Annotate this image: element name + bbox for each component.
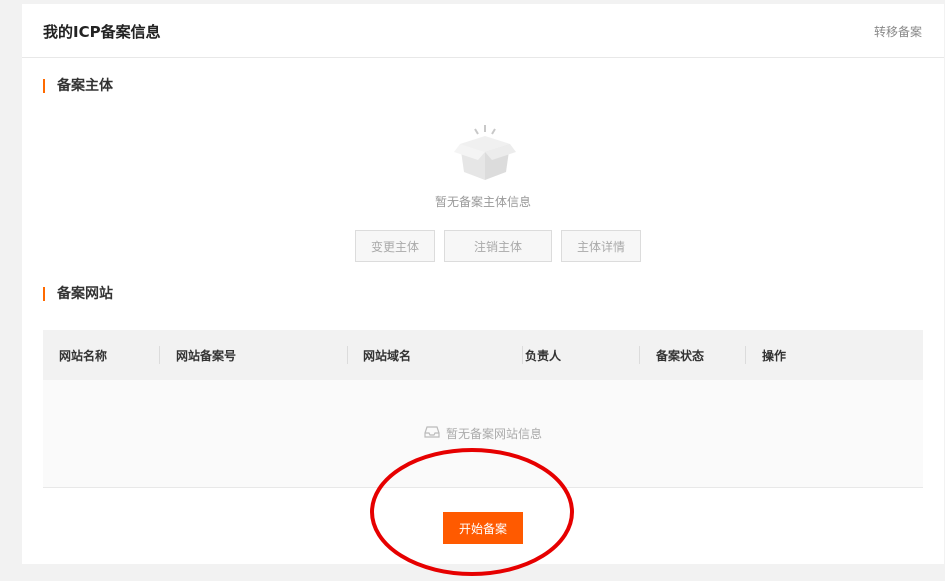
column-header-owner: 负责人 — [525, 348, 562, 363]
open-box-icon — [454, 122, 516, 188]
column-divider — [159, 346, 160, 364]
entity-details-button[interactable]: 主体详情 — [561, 230, 641, 262]
table-empty-body: 暂无备案网站信息 — [43, 380, 923, 488]
column-header-actions: 操作 — [762, 348, 787, 363]
cancel-entity-button[interactable]: 注销主体 — [444, 230, 552, 262]
page-title: 我的ICP备案信息 — [43, 23, 161, 41]
transfer-filing-link[interactable]: 转移备案 — [874, 23, 922, 40]
section-title-entity: 备案主体 — [43, 79, 113, 93]
column-divider — [522, 346, 523, 364]
empty-entity-text: 暂无备案主体信息 — [434, 195, 531, 209]
icp-card: 我的ICP备案信息 转移备案 备案主体 暂无备案主体信息 变更主体 注销主体 主… — [22, 4, 944, 564]
entity-button-row: 变更主体 注销主体 主体详情 — [355, 230, 641, 262]
table-header: 网站名称 网站备案号 网站域名 负责人 备案状态 操作 — [43, 330, 923, 380]
website-table: 网站名称 网站备案号 网站域名 负责人 备案状态 操作 暂无备案网站信息 — [43, 330, 923, 488]
empty-website-text: 暂无备案网站信息 — [445, 427, 542, 441]
start-filing-button[interactable]: 开始备案 — [443, 512, 523, 544]
change-entity-button[interactable]: 变更主体 — [355, 230, 435, 262]
column-divider — [639, 346, 640, 364]
card-header: 我的ICP备案信息 转移备案 — [22, 4, 944, 58]
column-divider — [745, 346, 746, 364]
column-header-filing-number: 网站备案号 — [176, 348, 237, 363]
column-header-status: 备案状态 — [656, 348, 705, 363]
column-header-domain: 网站域名 — [363, 348, 412, 363]
column-divider — [347, 346, 348, 364]
column-header-site-name: 网站名称 — [59, 348, 108, 363]
empty-website-placeholder: 暂无备案网站信息 — [43, 425, 923, 442]
empty-tray-icon — [424, 425, 440, 442]
section-title-website: 备案网站 — [43, 287, 113, 301]
